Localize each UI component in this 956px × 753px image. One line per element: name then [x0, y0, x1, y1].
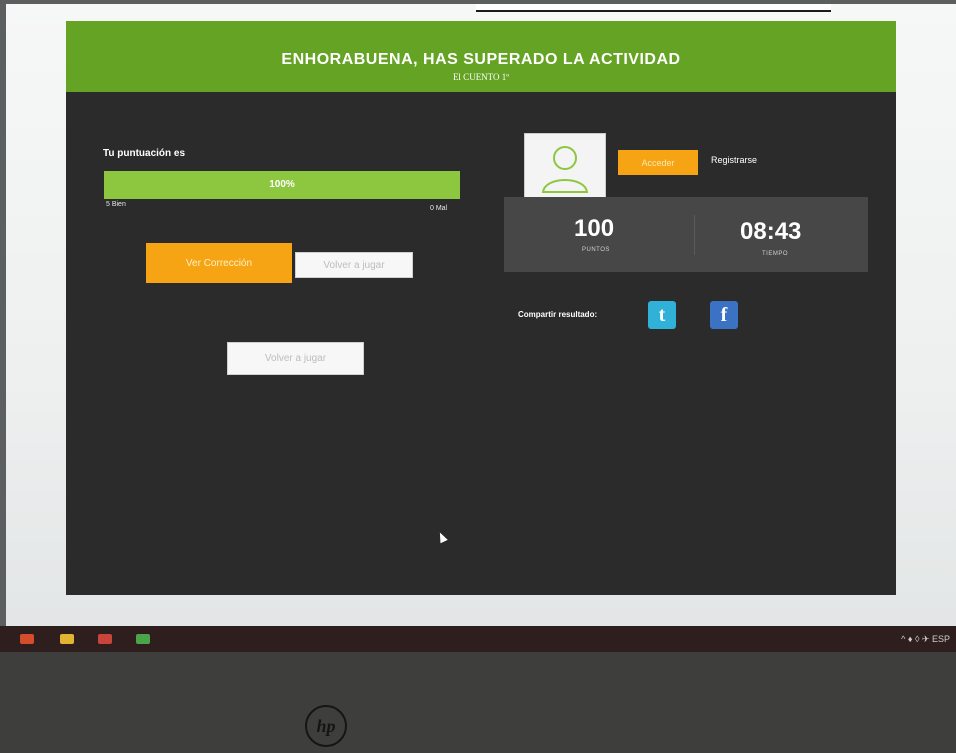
points-value: 100	[574, 215, 615, 242]
taskbar-app-icon[interactable]	[20, 634, 34, 644]
facebook-icon[interactable]: f	[710, 301, 738, 329]
wrong-count: 0 Mal	[430, 205, 448, 212]
mouse-cursor-icon	[436, 530, 448, 544]
points-label: PUNTOS	[582, 247, 610, 253]
register-link[interactable]: Registrarse	[711, 155, 757, 165]
time-label: TIEMPO	[762, 251, 789, 257]
score-percent-text: 100%	[269, 179, 295, 190]
hp-logo: hp	[305, 705, 347, 747]
score-progress-bar: 100%	[104, 171, 460, 199]
avatar	[524, 133, 606, 203]
login-button[interactable]: Acceder	[618, 150, 698, 175]
user-icon	[541, 146, 589, 193]
monitor-bezel	[0, 652, 956, 753]
time-value: 08:43	[740, 218, 802, 245]
page-title: ENHORABUENA, HAS SUPERADO LA ACTIVIDAD	[281, 51, 681, 68]
view-correction-button[interactable]: Ver Corrección	[146, 243, 292, 283]
result-header: ENHORABUENA, HAS SUPERADO LA ACTIVIDAD E…	[66, 21, 896, 92]
activity-result-window: ENHORABUENA, HAS SUPERADO LA ACTIVIDAD E…	[66, 21, 896, 595]
share-label: Compartir resultado:	[518, 310, 598, 319]
stats-panel: 100 PUNTOS 08:43 TIEMPO	[504, 197, 868, 272]
store-icon[interactable]	[136, 634, 150, 644]
play-again-button-secondary[interactable]: Volver a jugar	[227, 342, 364, 375]
twitter-icon[interactable]: t	[648, 301, 676, 329]
activity-name: El CUENTO 1º	[452, 72, 510, 82]
top-bar-strip	[476, 4, 831, 12]
folder-icon[interactable]	[60, 634, 74, 644]
system-tray[interactable]: ^ ♦ ◊ ✈ ESP	[901, 634, 950, 645]
stats-divider	[694, 215, 695, 255]
correct-count: 5 Bien	[106, 201, 126, 208]
score-label: Tu puntuación es	[103, 148, 186, 159]
taskbar: ^ ♦ ◊ ✈ ESP	[0, 626, 956, 652]
monitor-screen: ENHORABUENA, HAS SUPERADO LA ACTIVIDAD E…	[6, 4, 956, 626]
play-again-button[interactable]: Volver a jugar	[295, 252, 413, 278]
browser-icon[interactable]	[98, 634, 112, 644]
